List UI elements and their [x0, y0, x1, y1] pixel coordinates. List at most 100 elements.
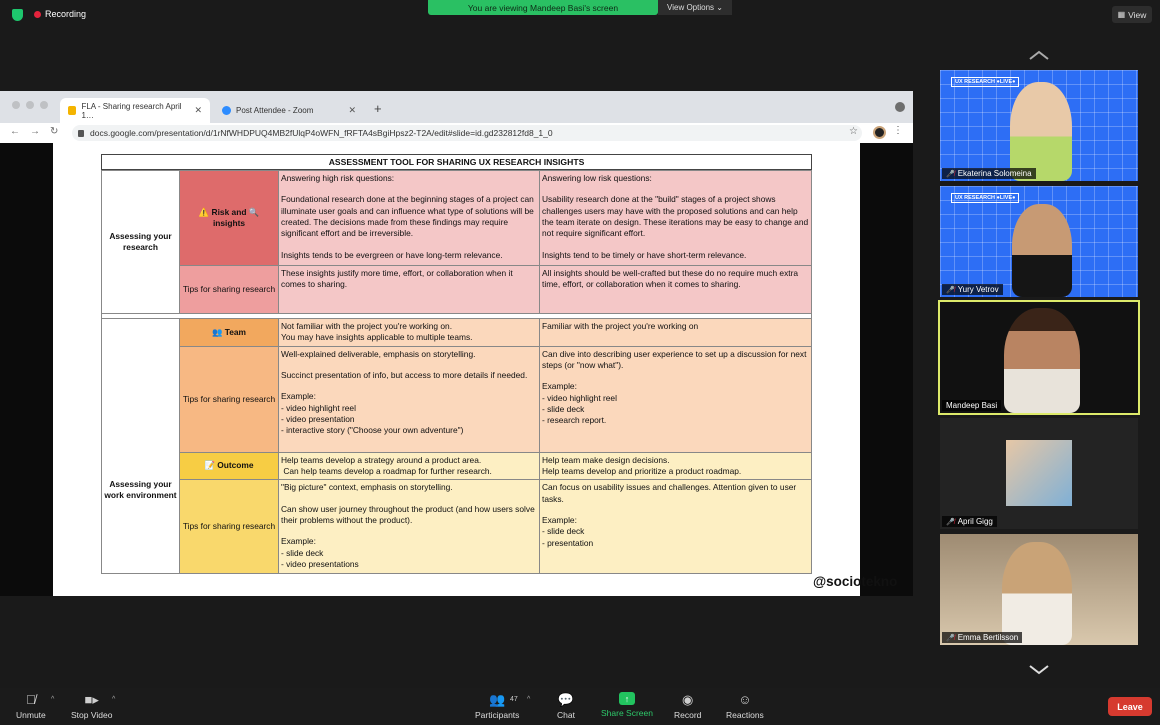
- control-label: Record: [674, 710, 702, 720]
- recording-indicator[interactable]: Recording: [34, 9, 86, 19]
- control-label: Unmute: [16, 710, 46, 720]
- cell-text: Succinct presentation of info, but acces…: [281, 370, 528, 381]
- cell-text: - slide deck: [281, 547, 324, 558]
- participant-name: Yury Vetrov: [957, 285, 999, 294]
- view-button-label: View: [1128, 9, 1147, 20]
- close-tab-icon[interactable]: ✕: [348, 105, 356, 116]
- team-label: 👥 Team: [179, 318, 279, 347]
- tips-high-cell: Well-explained deliverable, emphasis on …: [278, 345, 540, 453]
- participants-options-caret-icon[interactable]: ^: [527, 696, 530, 703]
- tips-high-cell: "Big picture" context, emphasis on story…: [278, 479, 540, 575]
- record-dot-icon: [34, 10, 41, 18]
- cell-text: - video presentations: [281, 559, 359, 570]
- cell-text: Example:: [281, 536, 316, 547]
- participant-video: [1012, 204, 1072, 297]
- risk-insights-label: ⚠️ Risk and 🔍 insights: [179, 170, 279, 266]
- shield-icon[interactable]: [12, 9, 23, 21]
- minimize-window-dot[interactable]: [26, 101, 34, 109]
- scroll-up-icon[interactable]: [1028, 49, 1050, 61]
- tips-label: Tips for sharing research: [179, 479, 279, 575]
- table-row: Tips for sharing research "Big picture" …: [102, 479, 812, 575]
- reactions-button[interactable]: ☺ Reactions: [726, 692, 764, 720]
- slides-icon: [68, 106, 77, 115]
- recording-label: Recording: [45, 9, 87, 19]
- cell-text: Usability research done at the "build" s…: [542, 194, 809, 239]
- cell-text: - interactive story ("Choose your own ad…: [281, 425, 464, 436]
- participant-name-tag: 🎤̸ April Gigg: [942, 516, 997, 527]
- new-tab-icon[interactable]: +: [374, 101, 382, 116]
- cell-text: - research report.: [542, 415, 607, 426]
- outcome-low-cell: Help team make design decisions. Help te…: [539, 451, 812, 481]
- slide-handle: @sociotekno: [813, 574, 898, 589]
- view-button[interactable]: ▦ View: [1112, 6, 1152, 23]
- record-button[interactable]: ◉ Record: [674, 692, 701, 720]
- participant-tile[interactable]: 🎤̸ Emma Bertilsson: [940, 534, 1138, 645]
- profile-avatar[interactable]: [873, 126, 886, 139]
- chat-button[interactable]: 💬 Chat: [557, 692, 575, 720]
- bookmark-star-icon[interactable]: ☆: [849, 126, 858, 137]
- participant-name-tag: 🎤̸ Yury Vetrov: [942, 284, 1003, 295]
- cell-text: Example:: [281, 391, 316, 402]
- cell-text: - slide deck: [542, 526, 585, 537]
- cell-text: Insights tends to be evergreen or have l…: [281, 249, 503, 260]
- close-tab-icon[interactable]: ✕: [194, 105, 202, 116]
- window-controls: [12, 101, 48, 109]
- leave-button[interactable]: Leave: [1108, 697, 1152, 716]
- url-text: docs.google.com/presentation/d/1rNfWHDPU…: [90, 128, 553, 138]
- back-icon[interactable]: ←: [10, 126, 20, 137]
- risk-low-cell: Answering low risk questions: Usability …: [539, 170, 812, 266]
- tips-label: Tips for sharing research: [179, 345, 279, 453]
- more-menu-icon[interactable]: ⋮: [893, 125, 903, 136]
- share-screen-icon: ↑: [618, 692, 635, 705]
- cell-text: Help teams develop a strategy around a p…: [281, 454, 482, 465]
- cell-text: Can dive into describing user experience…: [542, 348, 807, 371]
- share-screen-button[interactable]: ↑ Share Screen: [601, 692, 653, 718]
- grid-icon: ▦: [1117, 10, 1126, 19]
- cell-text: Example:: [542, 515, 577, 526]
- browser-tab-strip: FLA - Sharing research April 1… ✕ Post A…: [0, 91, 913, 123]
- scroll-down-icon[interactable]: [1028, 663, 1050, 675]
- maximize-window-dot[interactable]: [40, 101, 48, 109]
- video-options-caret-icon[interactable]: ^: [112, 696, 115, 703]
- participant-tile[interactable]: UX RESEARCH ●LIVE● 🎤̸ Yury Vetrov: [940, 186, 1138, 297]
- chat-bubble-icon: 💬: [557, 692, 575, 707]
- browser-menu-icon[interactable]: [895, 102, 905, 112]
- participant-name-tag: 🎤̸ Ekaterina Solomeina: [942, 168, 1036, 179]
- forward-icon[interactable]: →: [30, 126, 40, 137]
- stop-video-button[interactable]: ■▸ Stop Video: [71, 692, 112, 720]
- tab-label: Post Attendee - Zoom: [236, 106, 314, 115]
- meeting-controls-bar: 🎙̸ Unmute ^ ■▸ Stop Video ^ 👥 Participan…: [0, 688, 1160, 725]
- cell-text: Insights tend to be timely or have short…: [542, 249, 747, 260]
- unmute-button[interactable]: 🎙̸ Unmute: [16, 692, 46, 720]
- participant-video: [1004, 308, 1080, 413]
- control-label: Stop Video: [71, 710, 113, 720]
- audio-options-caret-icon[interactable]: ^: [51, 696, 54, 703]
- tab-zoom[interactable]: Post Attendee - Zoom ✕: [214, 98, 364, 123]
- participant-tile-active-speaker[interactable]: Mandeep Basi: [938, 300, 1140, 415]
- reload-icon[interactable]: ↻: [50, 126, 58, 137]
- tab-slides[interactable]: FLA - Sharing research April 1… ✕: [60, 98, 210, 123]
- participant-tile[interactable]: UX RESEARCH ●LIVE● 🎤̸ Ekaterina Solomein…: [940, 70, 1138, 181]
- view-options-button[interactable]: View Options ⌄: [658, 0, 732, 15]
- cell-text: Well-explained deliverable, emphasis on …: [281, 348, 476, 359]
- outcome-label: 📝 Outcome: [179, 451, 279, 481]
- cell-text: Foundational research done at the beginn…: [281, 194, 534, 239]
- smiley-icon: ☺: [738, 692, 752, 707]
- cell-text: - presentation: [542, 537, 594, 548]
- tips-label: Tips for sharing research: [179, 265, 279, 314]
- record-icon: ◉: [682, 692, 694, 707]
- team-high-cell: Not familiar with the project you're wor…: [278, 318, 540, 347]
- cell-text: Answering high risk questions:: [281, 173, 395, 183]
- participant-tile[interactable]: 🎤̸ April Gigg: [940, 418, 1138, 529]
- url-field[interactable]: docs.google.com/presentation/d/1rNfWHDPU…: [72, 125, 862, 141]
- zoom-icon: [222, 106, 231, 115]
- close-window-dot[interactable]: [12, 101, 20, 109]
- video-camera-icon: ■▸: [84, 692, 99, 707]
- cell-text: Can show user journey throughout the pro…: [281, 503, 535, 526]
- cell-text: - video presentation: [281, 414, 355, 425]
- slide-title: ASSESSMENT TOOL FOR SHARING UX RESEARCH …: [101, 154, 812, 170]
- risk-high-cell: Answering high risk questions: Foundatio…: [278, 170, 540, 266]
- cell-text: Example:: [542, 381, 577, 392]
- participant-name: Mandeep Basi: [946, 401, 998, 410]
- section-label-research: Assessing your research: [101, 170, 180, 314]
